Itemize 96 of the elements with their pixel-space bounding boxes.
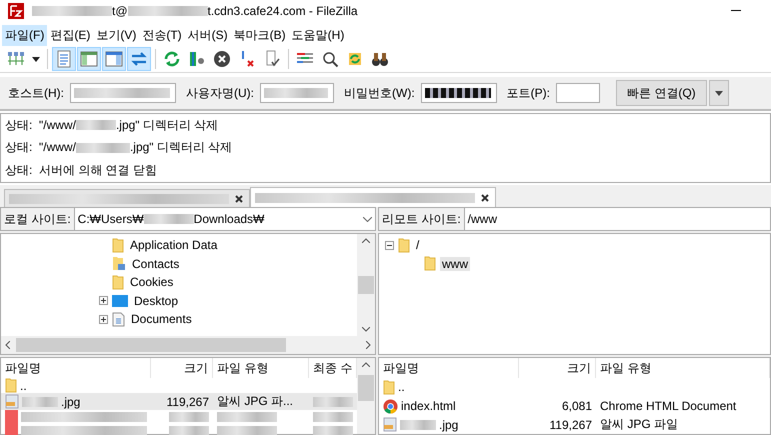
collapse-icon[interactable] — [385, 240, 394, 250]
tree-item[interactable]: Application Data — [128, 238, 220, 252]
close-icon[interactable] — [481, 194, 489, 202]
log-message: .jpg" 디렉터리 삭제 — [130, 139, 232, 156]
input-field[interactable] — [70, 83, 176, 103]
menu-item[interactable]: 전송(T) — [139, 24, 185, 46]
log-message: .jpg" 디렉터리 삭제 — [116, 116, 218, 134]
input-field[interactable] — [556, 83, 600, 103]
quick-connect-button[interactable]: 빠른 연결(Q) — [616, 80, 707, 106]
input-field[interactable] — [260, 83, 334, 103]
redacted-text — [313, 396, 353, 406]
chrome-icon — [383, 398, 398, 414]
contacts-folder-icon — [112, 256, 126, 272]
folder-icon — [112, 238, 124, 253]
redacted-icon — [5, 424, 18, 435]
tree-item[interactable]: www — [440, 256, 470, 271]
column-header[interactable]: 크기 — [151, 358, 213, 378]
tree-item[interactable]: Cookies — [128, 275, 176, 290]
folder-icon — [112, 274, 124, 290]
redacted-text — [313, 426, 353, 435]
file-size: 6,081 — [562, 399, 592, 413]
file-size: 119,267 — [166, 394, 209, 408]
file-type: 알씨 JPG 파... — [217, 393, 294, 410]
chevron-up-icon[interactable] — [362, 362, 370, 367]
cancel-icon — [212, 49, 232, 69]
menu-item[interactable]: 서버(S) — [184, 24, 231, 46]
redacted-text — [217, 412, 277, 422]
file-type: 알씨 JPG 파일 — [600, 416, 678, 434]
redacted-text — [400, 420, 436, 430]
file-name: index.html — [401, 399, 456, 413]
menu-item[interactable]: 도움말(H) — [288, 24, 348, 46]
file-name: .. — [20, 378, 27, 392]
redacted-text — [76, 142, 130, 153]
field-label: 호스트(H): — [8, 84, 64, 102]
expand-icon[interactable] — [99, 296, 108, 306]
scrollbar-thumb[interactable] — [16, 338, 286, 352]
chevron-left-icon[interactable] — [5, 341, 10, 349]
close-icon[interactable] — [235, 194, 243, 202]
menu-item[interactable]: 파일(F) — [2, 24, 48, 46]
queue-process-icon — [187, 49, 207, 69]
caret-icon — [714, 90, 723, 96]
minimize-icon[interactable] — [731, 10, 741, 12]
tree-item[interactable]: / — [414, 238, 422, 252]
chevron-down-icon[interactable] — [362, 327, 370, 332]
log-message: 상태: "/www/ — [5, 116, 76, 134]
caret-icon — [32, 56, 40, 62]
password-field[interactable] — [420, 83, 497, 103]
folder-icon — [398, 238, 410, 253]
document-icon — [112, 312, 125, 327]
remote-tree-icon — [104, 49, 124, 69]
redacted-text — [313, 412, 353, 422]
chevron-right-icon[interactable] — [366, 341, 371, 349]
tree-item[interactable]: Documents — [129, 312, 194, 326]
column-header[interactable]: 파일 유형 — [596, 358, 770, 378]
folder-icon — [383, 380, 395, 395]
redacted-text — [22, 396, 58, 406]
file-type: Chrome HTML Document — [600, 399, 736, 413]
filezilla-logo — [8, 3, 24, 19]
redacted-text — [217, 426, 277, 435]
menu-item[interactable]: 보기(V) — [93, 24, 140, 46]
local-tree-icon — [79, 49, 99, 69]
file-name: .jpg — [61, 394, 80, 408]
folder-icon — [5, 378, 17, 393]
image-file-icon — [383, 417, 397, 432]
window-title: t.cdn3.cafe24.com - FileZilla — [208, 4, 358, 18]
redacted-text — [76, 120, 116, 130]
field-label: 포트(P): — [506, 84, 550, 102]
field-label: 사용자명(U): — [186, 84, 254, 102]
redacted-icon — [5, 410, 18, 424]
window-title: t@ — [112, 4, 128, 18]
desktop-icon — [112, 294, 128, 308]
scrollbar[interactable] — [1, 336, 375, 354]
column-header[interactable]: 파일 유형 — [213, 358, 309, 378]
scrollbar[interactable] — [357, 234, 375, 336]
tree-item[interactable]: Desktop — [132, 294, 180, 308]
menu-item[interactable]: 편집(E) — [47, 24, 94, 46]
file-name: .. — [398, 380, 405, 394]
chevron-up-icon[interactable] — [362, 238, 370, 243]
dropdown-button[interactable] — [708, 80, 729, 106]
folder-icon — [424, 256, 436, 272]
field-label: 비밀번호(W): — [344, 84, 415, 102]
tree-item[interactable]: Contacts — [130, 256, 182, 271]
column-header[interactable]: 크기 — [519, 358, 596, 378]
menu-item[interactable]: 북마크(B) — [230, 24, 289, 46]
log-message: 상태: 서버에 의해 연결 닫힘 — [5, 162, 158, 180]
file-name: .jpg — [439, 418, 458, 432]
redacted-text — [169, 426, 209, 435]
scrollbar[interactable] — [357, 358, 375, 434]
scrollbar-thumb[interactable] — [358, 276, 374, 294]
column-header[interactable]: 파일명 — [379, 358, 519, 378]
refresh-icon — [162, 49, 182, 69]
redacted-text — [169, 412, 209, 422]
expand-icon[interactable] — [99, 314, 108, 324]
log-message: 상태: "/www/ — [5, 139, 76, 156]
scrollbar-thumb[interactable] — [358, 375, 374, 401]
file-size: 119,267 — [550, 418, 592, 432]
